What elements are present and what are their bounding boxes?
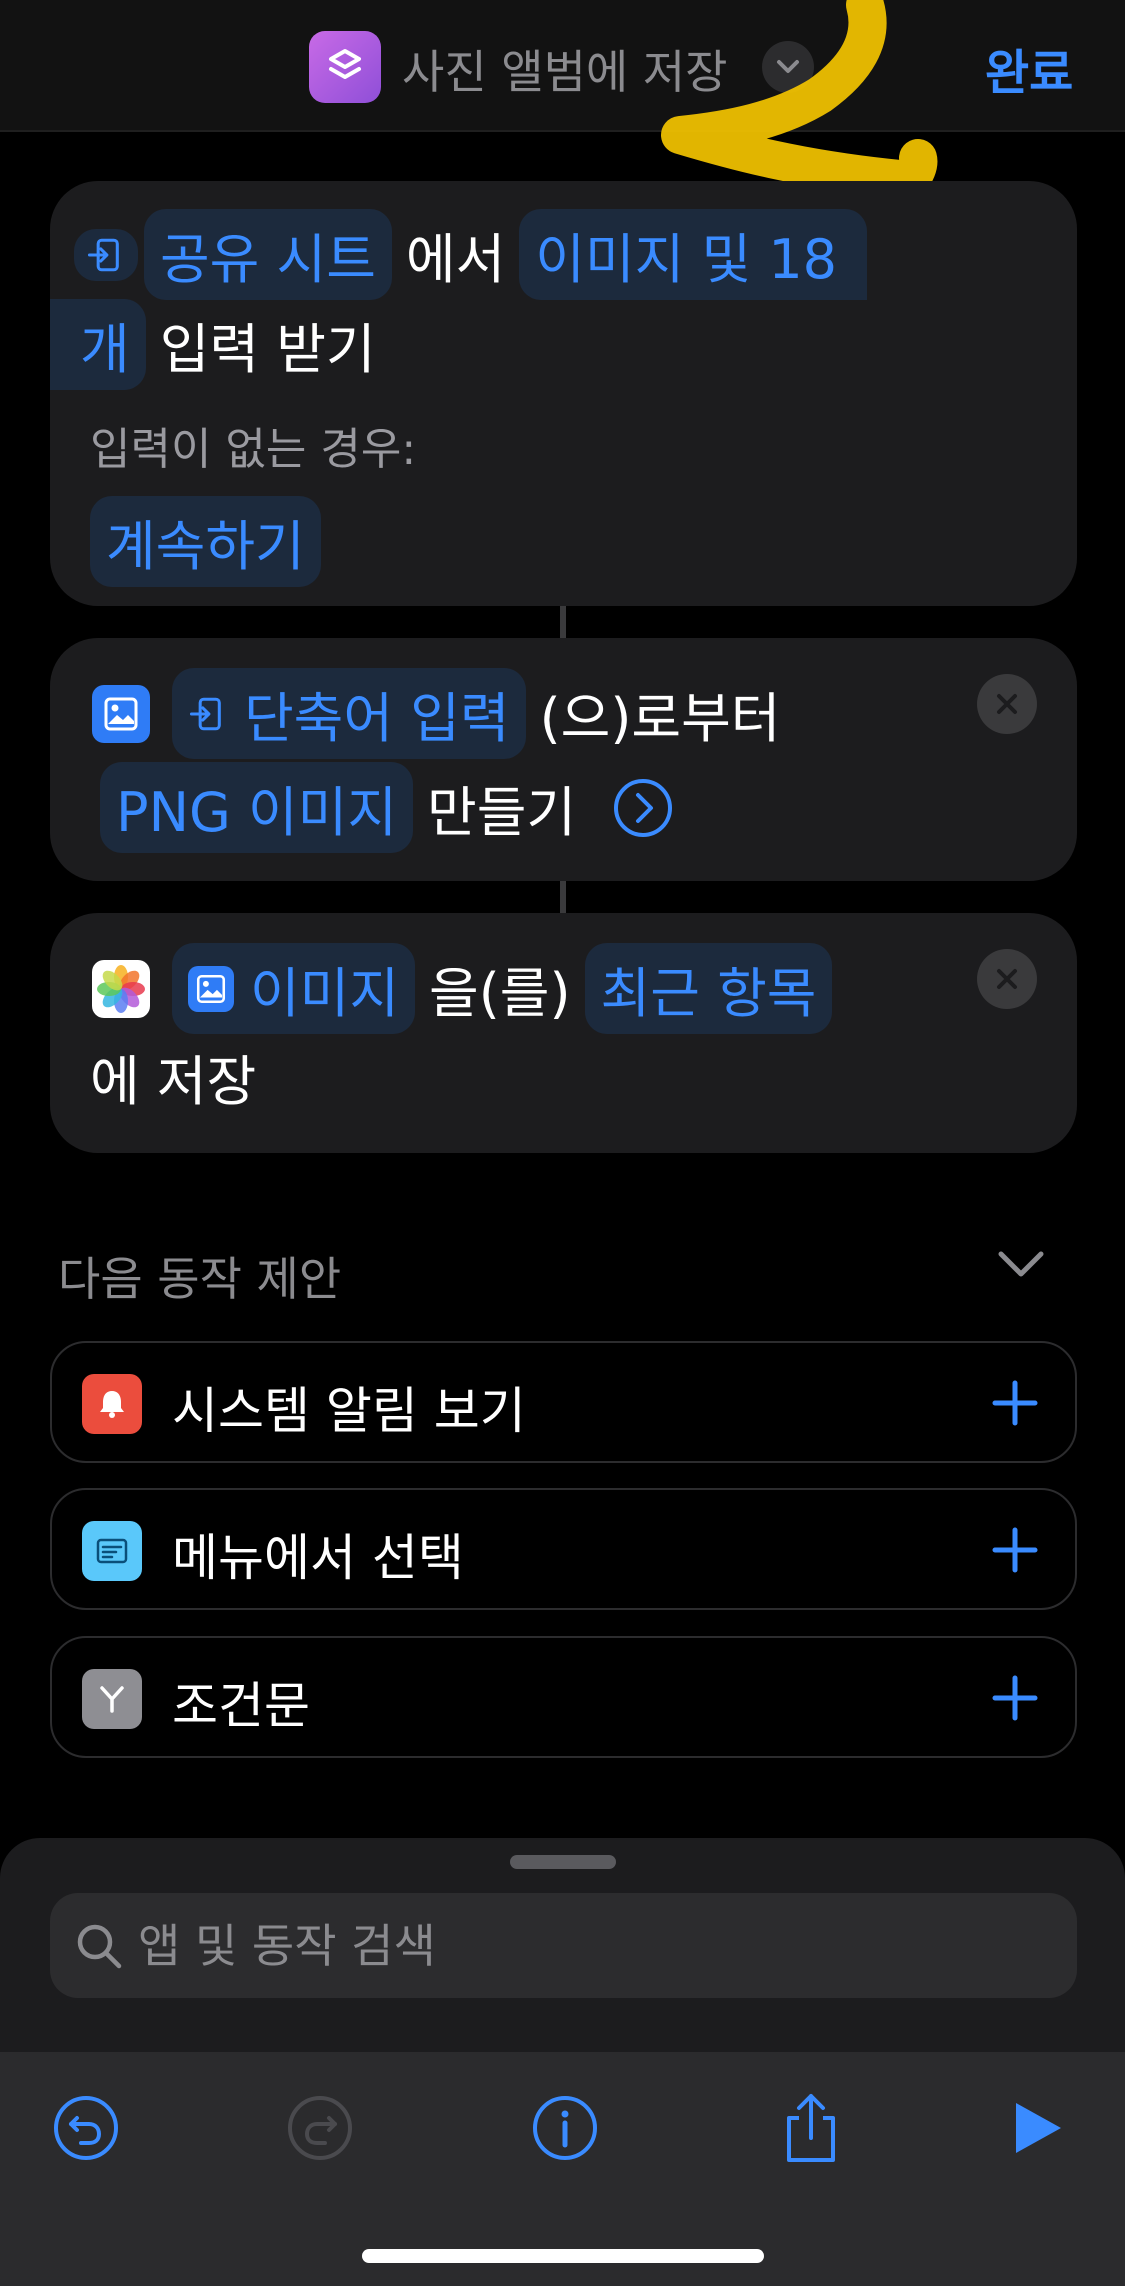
branch-icon: [82, 1669, 142, 1729]
receive-input-action[interactable]: 공유 시트 에서 이미지 및 18 개 입력 받기 입력이 없는 경우: 계속하…: [50, 181, 1077, 606]
object-text: 을(를): [429, 962, 571, 1025]
album-token[interactable]: 최근 항목: [584, 943, 833, 1034]
shortcuts-icon[interactable]: [309, 31, 381, 103]
undo-icon[interactable]: [46, 2088, 126, 2168]
action-connector: [560, 606, 566, 638]
input-icon: [189, 697, 221, 730]
play-icon[interactable]: [996, 2088, 1076, 2168]
shortcut-title[interactable]: 사진 앨범에 저장: [402, 36, 727, 102]
format-token[interactable]: PNG 이미지: [100, 762, 414, 853]
image-token-label: 이미지: [250, 962, 400, 1025]
share-icon[interactable]: [771, 2088, 851, 2168]
types-token[interactable]: 이미지 및 18: [519, 209, 868, 300]
suggestion-show-notification[interactable]: 시스템 알림 보기: [50, 1341, 1077, 1463]
image-icon: [188, 965, 234, 1012]
suggestions-heading: 다음 동작 제안: [58, 1252, 342, 1306]
info-icon[interactable]: [525, 2088, 605, 2168]
home-indicator: [362, 2249, 764, 2263]
remove-action-button[interactable]: [977, 949, 1037, 1009]
photos-app-icon: [92, 959, 150, 1018]
add-icon[interactable]: [985, 1520, 1045, 1580]
save-text: 에 저장: [90, 1050, 257, 1113]
remove-action-button[interactable]: [977, 674, 1037, 734]
suggestion-choose-from-menu[interactable]: 메뉴에서 선택: [50, 1488, 1077, 1610]
make-text: 만들기: [427, 781, 577, 844]
image-icon: [92, 684, 150, 743]
search-icon: [77, 1924, 122, 1969]
convert-image-action[interactable]: 단축어 입력 (으)로부터 PNG 이미지 만들기: [50, 638, 1077, 881]
types-token-continued[interactable]: 개: [50, 299, 146, 390]
share-sheet-token[interactable]: [74, 228, 138, 281]
image-token[interactable]: 이미지: [172, 943, 416, 1034]
add-icon[interactable]: [985, 1373, 1045, 1433]
shortcut-input-token[interactable]: 단축어 입력: [172, 668, 526, 759]
suggestion-if[interactable]: 조건문: [50, 1636, 1077, 1758]
receive-text: 입력 받기: [159, 318, 376, 381]
menu-icon: [82, 1521, 142, 1581]
add-icon[interactable]: [985, 1668, 1045, 1728]
input-icon: [87, 238, 119, 271]
from-text: 에서: [405, 228, 506, 291]
search-bar[interactable]: [50, 1893, 1077, 1998]
done-button[interactable]: 완료: [985, 33, 1073, 103]
sheet-grabber[interactable]: [510, 1855, 616, 1869]
suggestion-label: 메뉴에서 선택: [172, 1529, 464, 1587]
action-connector: [560, 881, 566, 913]
no-input-label: 입력이 없는 경우:: [90, 424, 417, 475]
save-to-album-action[interactable]: 이미지 을(를) 최근 항목 에 저장: [50, 913, 1077, 1153]
redo-icon[interactable]: [280, 2088, 360, 2168]
editor-header: 사진 앨범에 저장 완료: [0, 0, 1125, 132]
chevron-down-icon[interactable]: [996, 1248, 1046, 1286]
chevron-down-icon[interactable]: [762, 41, 814, 93]
shortcut-input-label: 단축어 입력: [244, 687, 510, 750]
notification-icon: [82, 1374, 142, 1434]
search-input[interactable]: [138, 1893, 1038, 1998]
suggestion-label: 조건문: [172, 1677, 310, 1735]
expand-arrow-icon[interactable]: [612, 777, 674, 839]
source-token[interactable]: 공유 시트: [144, 209, 392, 300]
continue-token[interactable]: 계속하기: [90, 496, 321, 587]
suggestion-label: 시스템 알림 보기: [172, 1382, 526, 1440]
from-text: (으)로부터: [539, 687, 781, 750]
